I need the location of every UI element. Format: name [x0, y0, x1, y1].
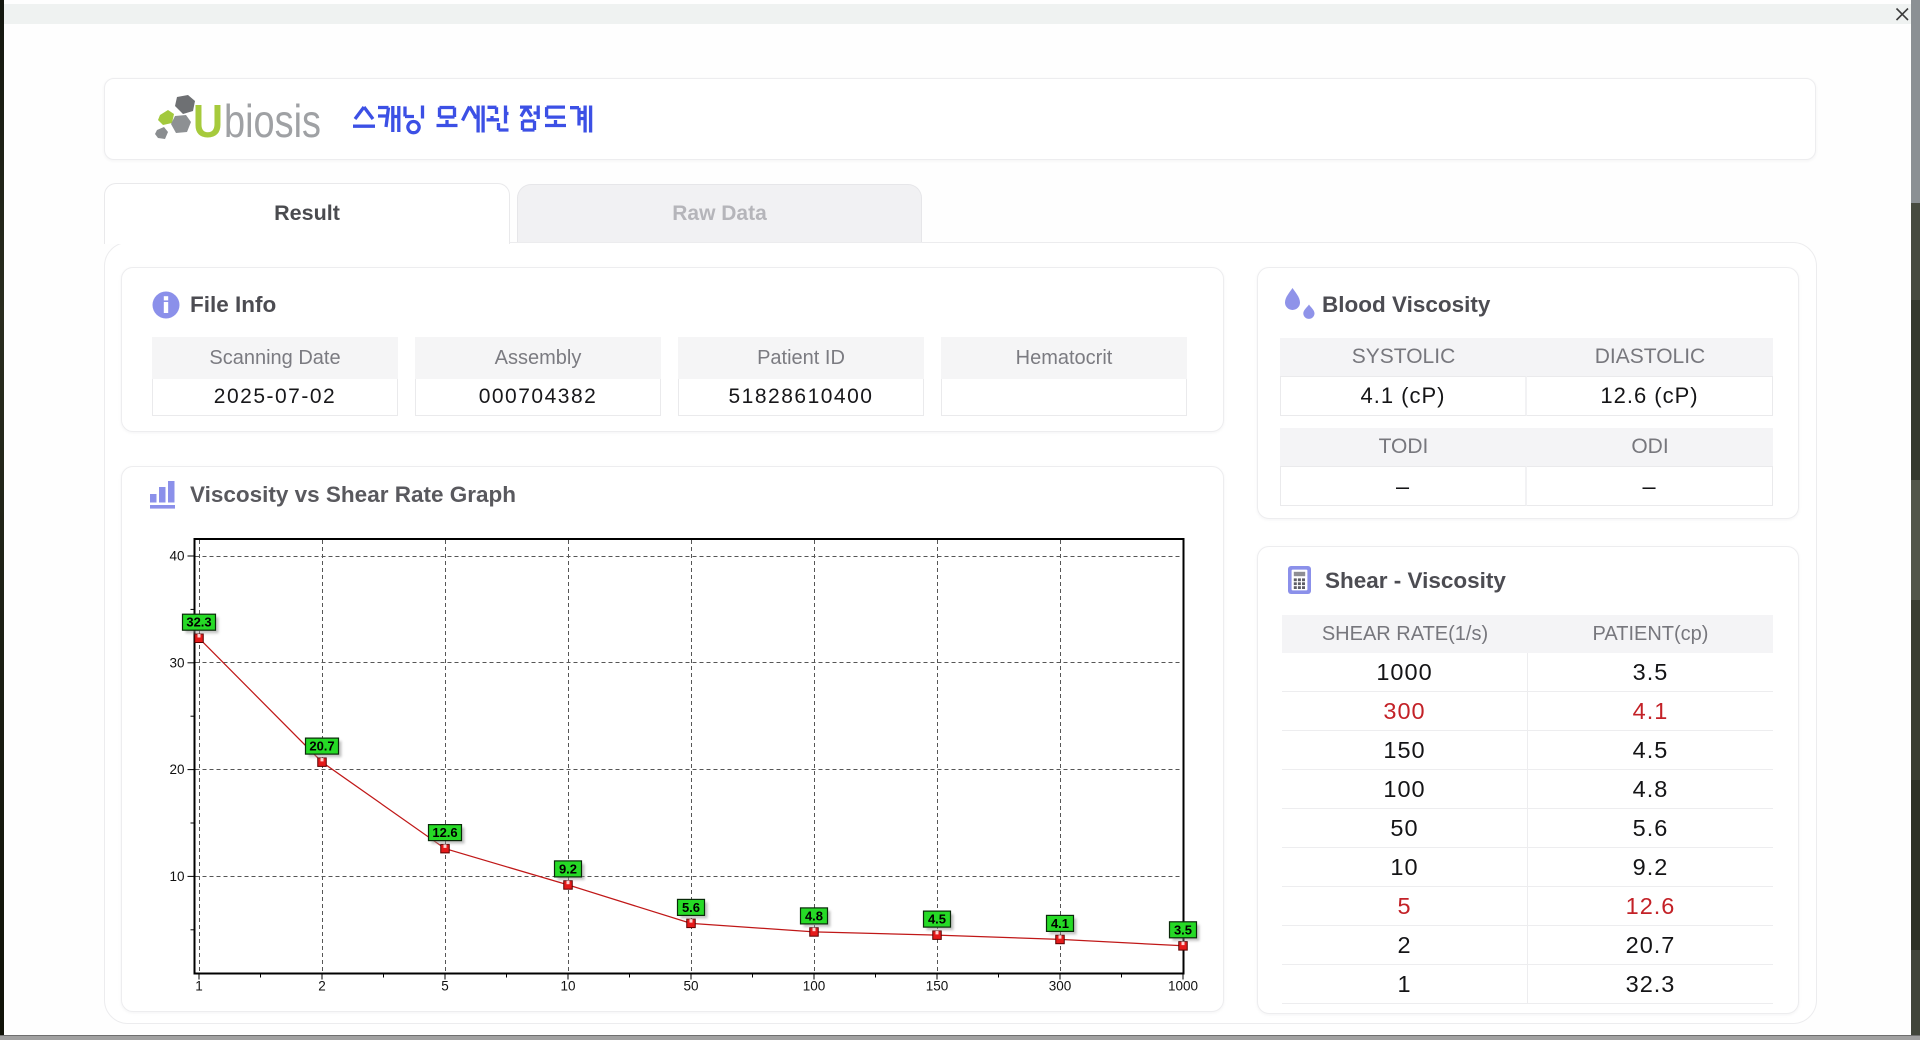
svg-text:32.3: 32.3	[186, 615, 211, 630]
svg-text:5: 5	[441, 979, 449, 994]
svg-text:1000: 1000	[1168, 979, 1198, 994]
svg-text:20: 20	[169, 762, 184, 777]
svg-text:300: 300	[1049, 979, 1072, 994]
svg-text:4.5: 4.5	[928, 912, 946, 927]
svg-text:40: 40	[169, 549, 184, 564]
svg-text:9.2: 9.2	[559, 861, 577, 876]
svg-text:100: 100	[803, 979, 826, 994]
svg-text:10: 10	[169, 869, 184, 884]
svg-text:4.1: 4.1	[1051, 916, 1069, 931]
svg-text:2: 2	[318, 979, 326, 994]
svg-text:5.6: 5.6	[682, 900, 700, 915]
svg-text:biosis: biosis	[224, 95, 321, 147]
svg-text:4.8: 4.8	[805, 908, 823, 923]
svg-text:20.7: 20.7	[309, 739, 334, 754]
svg-text:12.6: 12.6	[432, 825, 457, 840]
svg-text:150: 150	[926, 979, 949, 994]
svg-text:1: 1	[195, 979, 203, 994]
svg-text:U: U	[193, 95, 223, 147]
svg-text:30: 30	[169, 655, 184, 670]
svg-text:50: 50	[683, 979, 698, 994]
svg-text:3.5: 3.5	[1174, 922, 1192, 937]
svg-text:10: 10	[560, 979, 575, 994]
